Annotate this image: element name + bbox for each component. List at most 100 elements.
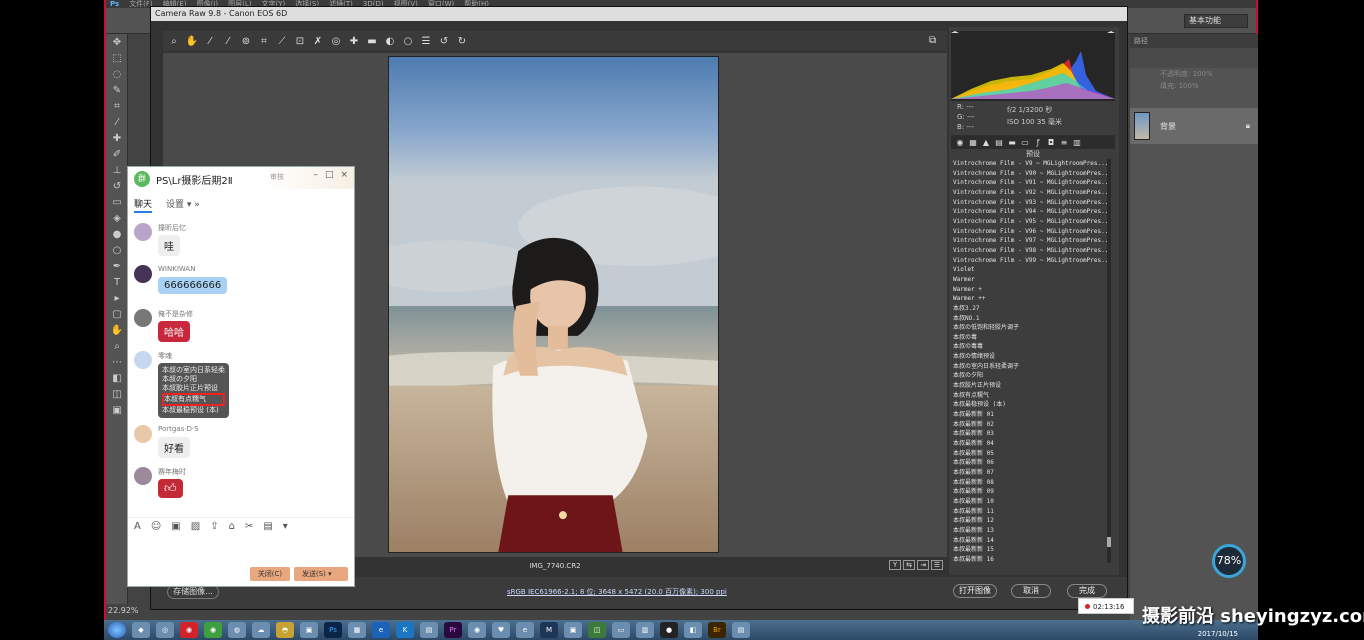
presets-tab-icon[interactable]: ≡ xyxy=(1059,138,1069,147)
paths-panel-title[interactable]: 路径 xyxy=(1130,34,1258,48)
close-icon[interactable]: × xyxy=(340,170,348,180)
type-tool-icon[interactable]: T xyxy=(106,274,128,290)
avatar[interactable] xyxy=(134,425,152,443)
straighten-icon[interactable]: ⟋ xyxy=(275,34,289,48)
crop-tool-icon[interactable]: ⌗ xyxy=(106,98,128,114)
preset-item[interactable]: Vintrochrome Film - V96 ~ MGLightroomPre… xyxy=(953,227,1113,237)
preset-scrollbar[interactable] xyxy=(1107,159,1111,563)
preset-list[interactable]: Vintrochrome Film - V9 ~ MGLightroomPres… xyxy=(953,159,1113,563)
rotate-right-icon[interactable]: ↻ xyxy=(455,34,469,48)
premiere-taskbar-icon[interactable]: Pr xyxy=(444,622,462,638)
more-icon[interactable]: ▾ xyxy=(283,521,288,532)
done-button[interactable]: 完成 xyxy=(1067,584,1107,598)
preset-item[interactable]: Vintrochrome Film - V99 ~ MGLightroomPre… xyxy=(953,256,1113,266)
preset-item[interactable]: 本叔有点糯气 xyxy=(953,391,1113,401)
eyedropper-icon[interactable]: ⁄ xyxy=(106,114,128,130)
brush-tool-icon[interactable]: ✐ xyxy=(106,146,128,162)
scissors-icon[interactable]: ✂ xyxy=(245,521,253,532)
preset-item[interactable]: 本叔NO.1 xyxy=(953,314,1113,324)
fill-label[interactable]: 填充: 100% xyxy=(1130,80,1258,92)
taskbar-app-icon[interactable]: ◉ xyxy=(204,622,222,638)
preset-item[interactable]: Warmer ++ xyxy=(953,294,1113,304)
preset-item[interactable]: Vintrochrome Film - V91 ~ MGLightroomPre… xyxy=(953,178,1113,188)
split-toning-tab-icon[interactable]: ▬ xyxy=(1007,138,1017,147)
font-icon[interactable]: A xyxy=(134,521,141,532)
close-chat-button[interactable]: 关闭(C) xyxy=(250,567,290,581)
preferences-icon[interactable]: ☰ xyxy=(419,34,433,48)
minimize-icon[interactable]: – xyxy=(313,170,318,180)
taskbar-app-icon[interactable]: ◫ xyxy=(588,622,606,638)
taskbar-app-icon[interactable]: ◉ xyxy=(180,622,198,638)
preset-item[interactable]: 本叔の低饱和轻胶片调子 xyxy=(953,323,1113,333)
preset-item[interactable]: 本叔最新新 04 xyxy=(953,439,1113,449)
detail-tab-icon[interactable]: ▲ xyxy=(981,138,991,147)
avatar[interactable] xyxy=(134,467,152,485)
white-balance-icon[interactable]: ⁄ xyxy=(203,34,217,48)
preset-item[interactable]: 本叔の夕阳 xyxy=(953,371,1113,381)
red-eye-icon[interactable]: ◎ xyxy=(329,34,343,48)
taskbar-app-icon[interactable]: ▣ xyxy=(564,622,582,638)
taskbar-app-icon[interactable]: ▥ xyxy=(636,622,654,638)
radial-filter-icon-2[interactable]: ○ xyxy=(401,34,415,48)
message-list[interactable]: 撞昕后忆 哇 WINKIWAN 666666666 俺不是杂修 哈哈 零魂 本叔… xyxy=(128,219,354,515)
target-adjust-icon[interactable]: ⊚ xyxy=(239,34,253,48)
preset-item[interactable]: Warmer xyxy=(953,275,1113,285)
photoshop-taskbar-icon[interactable]: Ps xyxy=(324,622,342,638)
preset-item[interactable]: 本叔の室内日系轻柔调子 xyxy=(953,362,1113,372)
start-button[interactable] xyxy=(108,622,126,638)
taskbar-app-icon[interactable]: ☁ xyxy=(252,622,270,638)
taskbar-app-icon[interactable]: ◆ xyxy=(132,622,150,638)
tab-settings[interactable]: 设置 ▾ » xyxy=(166,197,200,213)
hand-icon[interactable]: ✋ xyxy=(185,34,199,48)
taskbar-app-icon[interactable]: ● xyxy=(660,622,678,638)
preset-item[interactable]: Vintrochrome Film - V94 ~ MGLightroomPre… xyxy=(953,207,1113,217)
transform-icon[interactable]: ⊡ xyxy=(293,34,307,48)
tab-chat[interactable]: 聊天 xyxy=(134,197,153,213)
taskbar-app-icon[interactable]: e xyxy=(516,622,534,638)
preset-item[interactable]: 本叔最新新 03 xyxy=(953,429,1113,439)
taskbar-app-icon[interactable]: ▤ xyxy=(732,622,750,638)
spot-removal-icon[interactable]: ✗ xyxy=(311,34,325,48)
preset-item[interactable]: Vintrochrome Film - V95 ~ MGLightroomPre… xyxy=(953,217,1113,227)
bucket-icon[interactable]: ◈ xyxy=(106,210,128,226)
basic-tab-icon[interactable]: ◉ xyxy=(955,138,965,147)
preset-item[interactable]: 本叔の情绪预设 xyxy=(953,352,1113,362)
quick-select-icon[interactable]: ✎ xyxy=(106,82,128,98)
shared-screenshot[interactable]: 本叔の室内日系轻柔 本叔の夕阳 本叔胶片正片预设 本叔有点糯气 本叔最稳预设 (… xyxy=(158,363,229,418)
lasso-tool-icon[interactable]: ◌ xyxy=(106,66,128,82)
preset-item[interactable]: Violet xyxy=(953,265,1113,275)
tone-curve-tab-icon[interactable]: ▦ xyxy=(968,138,978,147)
folder-icon[interactable]: ▭ xyxy=(612,622,630,638)
preset-item[interactable]: Vintrochrome Film - V92 ~ MGLightroomPre… xyxy=(953,188,1113,198)
preset-item[interactable]: 本叔最新新 10 xyxy=(953,497,1113,507)
preset-item[interactable]: Vintrochrome Film - V97 ~ MGLightroomPre… xyxy=(953,236,1113,246)
preset-item[interactable]: 本叔最新新 11 xyxy=(953,507,1113,517)
taskbar-app-icon[interactable]: K xyxy=(396,622,414,638)
fx-tab-icon[interactable]: ƒ xyxy=(1033,138,1043,147)
gift-icon[interactable]: ⌂ xyxy=(229,521,235,532)
stamp-tool-icon[interactable]: ⊥ xyxy=(106,162,128,178)
opacity-label[interactable]: 不透明度: 100% xyxy=(1130,68,1258,80)
preset-item[interactable]: 本叔胶片正片预设 xyxy=(953,381,1113,391)
preset-item[interactable]: 本叔最新新 05 xyxy=(953,449,1113,459)
zoom-icon[interactable]: ⌕ xyxy=(167,34,181,48)
swap-icon[interactable]: ⇆ xyxy=(903,560,915,570)
cancel-button[interactable]: 取消 xyxy=(1011,584,1051,598)
snapshots-tab-icon[interactable]: ▥ xyxy=(1072,138,1082,147)
preset-item[interactable]: 本叔最新新 06 xyxy=(953,458,1113,468)
lens-tab-icon[interactable]: ▭ xyxy=(1020,138,1030,147)
save-image-button[interactable]: 存储图像... xyxy=(167,585,219,599)
quick-mask-icon[interactable]: ◫ xyxy=(106,386,128,402)
gif-icon[interactable]: ▣ xyxy=(171,521,180,532)
preset-item[interactable]: 本叔最稳预设 (本) xyxy=(953,400,1113,410)
preset-item[interactable]: 本叔の毒毒 xyxy=(953,342,1113,352)
healing-brush-icon[interactable]: ✚ xyxy=(106,130,128,146)
dodge-tool-icon[interactable]: ○ xyxy=(106,242,128,258)
send-button[interactable]: 发送(S) ▾ xyxy=(294,567,348,581)
preset-item[interactable]: 本叔最新新 01 xyxy=(953,410,1113,420)
hsl-tab-icon[interactable]: ▤ xyxy=(994,138,1004,147)
avatar[interactable] xyxy=(134,309,152,327)
workspace-select[interactable]: 基本功能 xyxy=(1184,14,1248,28)
group-tag[interactable]: 审核 xyxy=(270,172,284,182)
preset-item[interactable]: 本叔最新新 15 xyxy=(953,545,1113,555)
